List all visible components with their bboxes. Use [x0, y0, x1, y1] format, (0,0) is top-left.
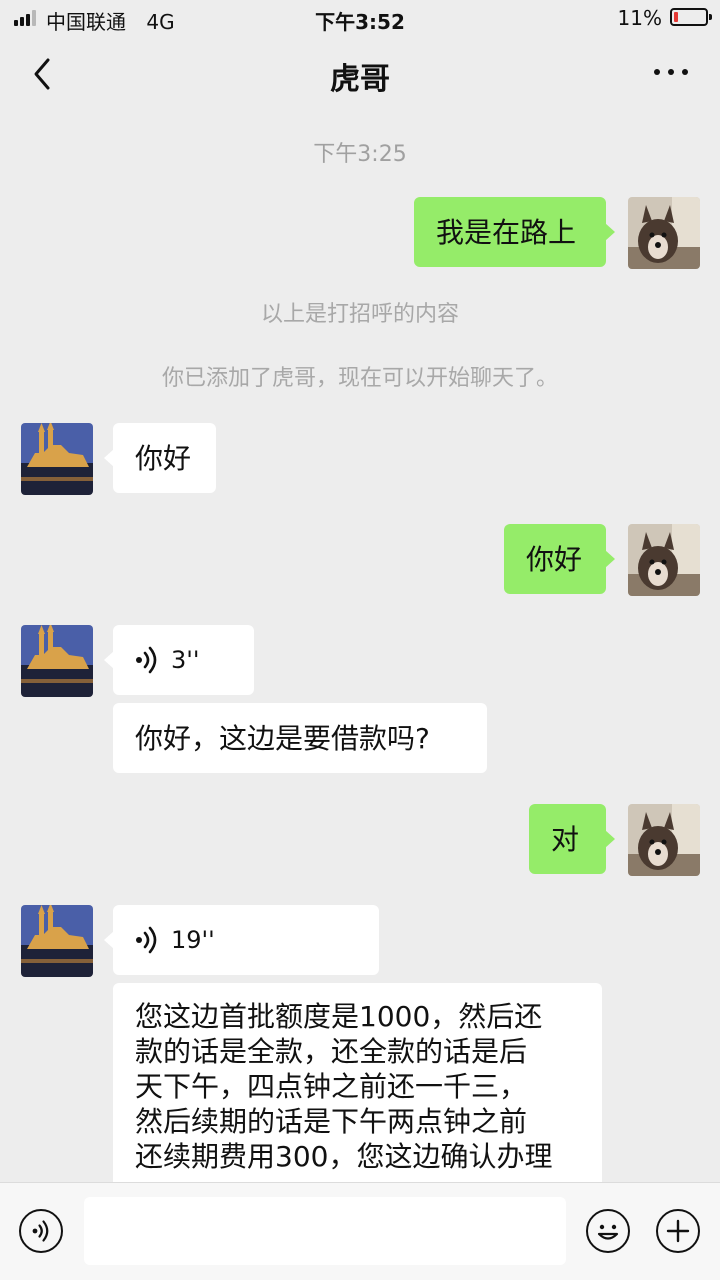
- outgoing-message-greeting[interactable]: 我是在路上: [414, 197, 615, 267]
- message-text: 我是在路上: [436, 215, 577, 249]
- more-functions-button[interactable]: [656, 1209, 700, 1253]
- voice-duration: 19'': [171, 925, 215, 954]
- message-text: 你好: [526, 542, 583, 576]
- message-text: 你好: [135, 441, 192, 475]
- message-line: 还续期费用300，您这边确认办理: [135, 1140, 553, 1173]
- system-message-greeting-note: 以上是打招呼的内容: [260, 302, 459, 327]
- outgoing-message-hello[interactable]: 你好: [504, 524, 615, 594]
- emoji-icon: [597, 1224, 619, 1240]
- voice-wave-icon: [136, 646, 157, 674]
- emoji-button[interactable]: [586, 1209, 630, 1253]
- dog-avatar-image: [628, 804, 700, 876]
- incoming-message-loan-question[interactable]: 你好，这边是要借款吗?: [113, 703, 487, 773]
- battery-icon: [670, 8, 712, 26]
- message-line: 然后续期的话是下午两点钟之前: [135, 1105, 528, 1138]
- chat-timestamp: 下午3:25: [313, 142, 407, 167]
- contact-avatar[interactable]: [21, 423, 93, 495]
- message-line: 天下午，四点钟之前还一千三，: [135, 1070, 528, 1103]
- my-avatar[interactable]: [628, 197, 700, 269]
- my-avatar[interactable]: [628, 524, 700, 596]
- incoming-voice-message[interactable]: 3'': [104, 625, 254, 695]
- outgoing-message-confirm[interactable]: 对: [529, 804, 615, 874]
- contact-avatar[interactable]: [21, 625, 93, 697]
- more-dots-icon: [654, 69, 660, 75]
- chat-header: 虎哥: [0, 36, 720, 112]
- message-text: 对: [551, 822, 580, 856]
- contact-avatar[interactable]: [21, 905, 93, 977]
- more-options-button[interactable]: [654, 62, 688, 82]
- voice-toggle-button[interactable]: [19, 1209, 63, 1253]
- my-avatar[interactable]: [628, 804, 700, 876]
- castle-avatar-image: [21, 625, 93, 697]
- voice-duration: 3'': [171, 645, 200, 674]
- message-line: 您这边首批额度是1000，然后还: [135, 1000, 543, 1033]
- status-time: 下午3:52: [315, 10, 405, 34]
- castle-avatar-image: [21, 423, 93, 495]
- incoming-message-loan-terms[interactable]: 您这边首批额度是1000，然后还 款的话是全款，还全款的话是后 天下午，四点钟之…: [113, 983, 602, 1193]
- battery-percentage: 11%: [617, 6, 662, 30]
- voice-wave-icon: [136, 926, 157, 954]
- incoming-voice-message[interactable]: 19'': [104, 905, 379, 975]
- dog-avatar-image: [628, 197, 700, 269]
- input-bar: [0, 1182, 720, 1280]
- voice-toggle-icon: [32, 1220, 49, 1242]
- incoming-message-hello[interactable]: 你好: [104, 423, 216, 493]
- chat-title: 虎哥: [330, 62, 390, 97]
- castle-avatar-image: [21, 905, 93, 977]
- message-input[interactable]: [84, 1197, 566, 1265]
- message-line: 款的话是全款，还全款的话是后: [135, 1035, 528, 1068]
- status-bar: 中国联通 4G 下午3:52 11%: [0, 0, 720, 36]
- system-message-friend-added: 你已添加了虎哥，现在可以开始聊天了。: [161, 366, 558, 391]
- plus-icon: [666, 1219, 690, 1243]
- message-text: 你好，这边是要借款吗?: [135, 721, 430, 755]
- dog-avatar-image: [628, 524, 700, 596]
